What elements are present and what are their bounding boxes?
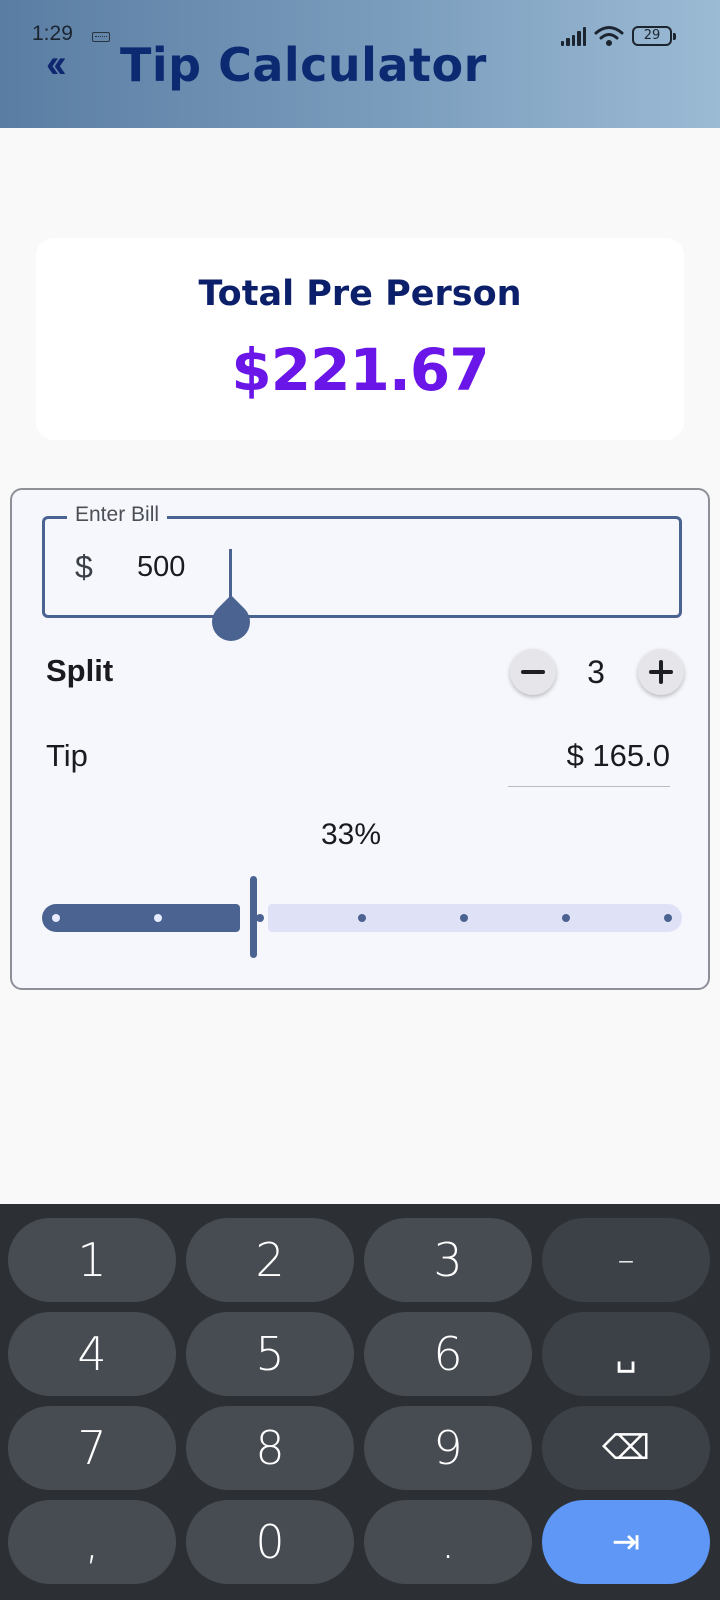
next-icon: ⇥ [611,1522,641,1562]
space-icon: ␣ [615,1334,637,1374]
tip-percent: 33% [320,818,382,851]
key-label: 3 [433,1233,463,1287]
tip-slider[interactable] [42,876,682,958]
cursor-handle[interactable] [204,595,258,649]
comma-key[interactable]: , [8,1500,176,1584]
key-6[interactable]: 6 [364,1312,532,1396]
total-per-person-label: Total Pre Person [198,274,522,314]
key-3[interactable]: 3 [364,1218,532,1302]
key-label: 6 [433,1327,463,1381]
slider-tick-mark [52,914,60,922]
page-title: Tip Calculator [120,38,487,92]
key-label: . [440,1515,456,1569]
key-2[interactable]: 2 [186,1218,354,1302]
bill-input[interactable] [137,547,337,587]
key-7[interactable]: 7 [8,1406,176,1490]
calculator-card: Enter Bill $ Split 3 Tip $ 165.0 33% [10,488,710,990]
key-label: 2 [255,1233,285,1287]
key-label: 1 [77,1233,107,1287]
key-label: , [84,1515,100,1569]
keyboard-indicator-icon [92,32,110,42]
dollar-icon: $ [75,549,93,585]
slider-tick-mark [256,914,264,922]
bill-field[interactable]: Enter Bill $ [42,503,682,649]
dash-icon: – [617,1240,635,1280]
key-label: 4 [77,1327,107,1381]
signal-icon [560,26,586,46]
key-label: 8 [255,1421,285,1475]
slider-tick-mark [154,914,162,922]
dash-key[interactable]: – [542,1218,710,1302]
slider-active-track [42,904,240,932]
split-increase-button[interactable] [638,649,684,695]
status-icons: 29 [560,24,676,48]
wifi-icon [594,26,624,46]
split-value: 3 [587,654,605,690]
key-label: 0 [255,1515,285,1569]
space-key[interactable]: ␣ [542,1312,710,1396]
key-0[interactable]: 0 [186,1500,354,1584]
slider-tick-mark [562,914,570,922]
split-label: Split [46,653,114,688]
bill-field-label: Enter Bill [67,503,168,527]
key-label: 5 [255,1327,285,1381]
key-1[interactable]: 1 [8,1218,176,1302]
key-label: 7 [77,1421,107,1475]
key-label: 9 [433,1421,463,1475]
key-8[interactable]: 8 [186,1406,354,1490]
backspace-icon: ⌫ [601,1428,651,1468]
tip-label: Tip [46,738,88,773]
slider-tick-mark [460,914,468,922]
slider-tick-mark [664,914,672,922]
split-decrease-button[interactable] [510,649,556,695]
back-button[interactable]: ‹‹ [46,44,90,88]
total-per-person-amount: $221.67 [231,336,489,404]
numeric-keyboard: 1 2 3 – 4 5 6 ␣ 7 8 9 ⌫, 0. ⇥ [0,1204,720,1600]
key-9[interactable]: 9 [364,1406,532,1490]
slider-tick-mark [358,914,366,922]
tip-amount: $ 165.0 [566,738,670,773]
period-key[interactable]: . [364,1500,532,1584]
tip-amount-underline [508,786,670,787]
key-4[interactable]: 4 [8,1312,176,1396]
next-key[interactable]: ⇥ [542,1500,710,1584]
backspace-key[interactable]: ⌫ [542,1406,710,1490]
battery-icon: 29 [632,26,676,46]
app-header: 1:29 29 ‹‹ Tip Calculator [0,0,720,128]
key-5[interactable]: 5 [186,1312,354,1396]
double-chevron-left-icon: ‹‹ [46,42,66,86]
slider-inactive-track [268,904,682,932]
total-per-person-card: Total Pre Person $221.67 [36,238,684,440]
